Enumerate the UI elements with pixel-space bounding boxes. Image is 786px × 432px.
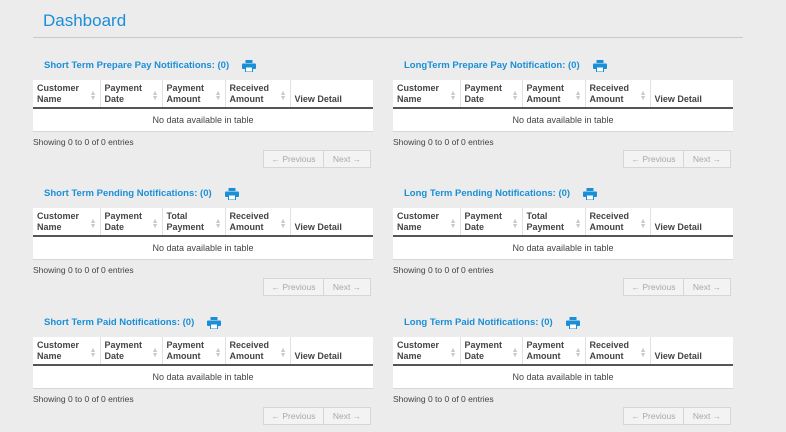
column-header-payment-amount[interactable]: Payment Amount ▲ ▼ bbox=[162, 80, 226, 109]
column-header-view-detail: View Detail bbox=[290, 80, 373, 109]
next-button[interactable]: Next → bbox=[684, 278, 731, 296]
notifications-table: Customer Name ▲ ▼ Payment Date ▲ ▼ Payment A… bbox=[33, 337, 373, 389]
empty-table-message: No data available in table bbox=[393, 108, 733, 132]
empty-table-message: No data available in table bbox=[393, 236, 733, 260]
notifications-table: Customer Name ▲ ▼ Payment Date ▲ ▼ Total Pay… bbox=[33, 208, 373, 260]
printer-icon[interactable] bbox=[242, 59, 257, 73]
pagination: ← Previous Next → bbox=[623, 150, 731, 168]
panel-title: Short Term Prepare Pay Notifications: (0… bbox=[44, 59, 230, 71]
column-header-view-detail: View Detail bbox=[290, 208, 373, 237]
printer-icon[interactable] bbox=[224, 187, 239, 201]
pagination: ← Previous Next → bbox=[263, 278, 371, 296]
column-header-view-detail: View Detail bbox=[650, 80, 733, 109]
pagination: ← Previous Next → bbox=[623, 278, 731, 296]
column-header-payment-date[interactable]: Payment Date ▲ ▼ bbox=[460, 337, 523, 366]
title-divider bbox=[33, 37, 743, 38]
table-info: Showing 0 to 0 of 0 entries bbox=[393, 137, 494, 147]
column-header-customer-name[interactable]: Customer Name ▲ ▼ bbox=[33, 337, 101, 366]
column-header-payment-date[interactable]: Payment Date ▲ ▼ bbox=[460, 80, 523, 109]
column-header-customer-name[interactable]: Customer Name ▲ ▼ bbox=[33, 80, 101, 109]
panel-title: Short Term Paid Notifications: (0) bbox=[44, 316, 195, 328]
printer-icon[interactable] bbox=[207, 316, 222, 330]
column-header-received-amount[interactable]: Received Amount ▲ ▼ bbox=[585, 80, 651, 109]
pagination: ← Previous Next → bbox=[263, 407, 371, 425]
pagination: ← Previous Next → bbox=[263, 150, 371, 168]
next-button[interactable]: Next → bbox=[324, 278, 371, 296]
previous-button[interactable]: ← Previous bbox=[263, 407, 324, 425]
panel-title: Short Term Pending Notifications: (0) bbox=[44, 187, 212, 199]
empty-table-message: No data available in table bbox=[393, 365, 733, 389]
previous-button[interactable]: ← Previous bbox=[623, 407, 684, 425]
page-title: Dashboard bbox=[43, 11, 127, 30]
column-header-payment-amount[interactable]: Payment Amount ▲ ▼ bbox=[162, 337, 226, 366]
next-button[interactable]: Next → bbox=[684, 407, 731, 425]
next-button[interactable]: Next → bbox=[324, 407, 371, 425]
column-header-payment-date[interactable]: Payment Date ▲ ▼ bbox=[100, 80, 163, 109]
table-info: Showing 0 to 0 of 0 entries bbox=[33, 394, 134, 404]
table-info: Showing 0 to 0 of 0 entries bbox=[33, 265, 134, 275]
notifications-table: Customer Name ▲ ▼ Payment Date ▲ ▼ Payment A… bbox=[393, 337, 733, 389]
table-info: Showing 0 to 0 of 0 entries bbox=[393, 394, 494, 404]
column-header-received-amount[interactable]: Received Amount ▲ ▼ bbox=[585, 208, 651, 237]
column-header-customer-name[interactable]: Customer Name ▲ ▼ bbox=[33, 208, 101, 237]
column-header-payment-date[interactable]: Payment Date ▲ ▼ bbox=[100, 208, 163, 237]
empty-table-message: No data available in table bbox=[33, 108, 373, 132]
column-header-received-amount[interactable]: Received Amount ▲ ▼ bbox=[225, 208, 291, 237]
previous-button[interactable]: ← Previous bbox=[263, 278, 324, 296]
next-button[interactable]: Next → bbox=[684, 150, 731, 168]
printer-icon[interactable] bbox=[565, 316, 580, 330]
empty-table-message: No data available in table bbox=[33, 236, 373, 260]
previous-button[interactable]: ← Previous bbox=[623, 278, 684, 296]
previous-button[interactable]: ← Previous bbox=[263, 150, 324, 168]
column-header-received-amount[interactable]: Received Amount ▲ ▼ bbox=[585, 337, 651, 366]
panel-title: Long Term Paid Notifications: (0) bbox=[404, 316, 553, 328]
printer-icon[interactable] bbox=[583, 187, 598, 201]
column-header-customer-name[interactable]: Customer Name ▲ ▼ bbox=[393, 337, 461, 366]
table-info: Showing 0 to 0 of 0 entries bbox=[33, 137, 134, 147]
column-header-payment-date[interactable]: Payment Date ▲ ▼ bbox=[100, 337, 163, 366]
notifications-table: Customer Name ▲ ▼ Payment Date ▲ ▼ Total Pay… bbox=[393, 208, 733, 260]
empty-table-message: No data available in table bbox=[33, 365, 373, 389]
column-header-received-amount[interactable]: Received Amount ▲ ▼ bbox=[225, 337, 291, 366]
table-info: Showing 0 to 0 of 0 entries bbox=[393, 265, 494, 275]
notifications-table: Customer Name ▲ ▼ Payment Date ▲ ▼ Payment A… bbox=[393, 80, 733, 132]
column-header-total-payment[interactable]: Total Payment ▲ ▼ bbox=[522, 208, 586, 237]
column-header-view-detail: View Detail bbox=[650, 208, 733, 237]
printer-icon[interactable] bbox=[592, 59, 607, 73]
column-header-received-amount[interactable]: Received Amount ▲ ▼ bbox=[225, 80, 291, 109]
pagination: ← Previous Next → bbox=[623, 407, 731, 425]
column-header-total-payment[interactable]: Total Payment ▲ ▼ bbox=[162, 208, 226, 237]
column-header-view-detail: View Detail bbox=[290, 337, 373, 366]
notifications-table: Customer Name ▲ ▼ Payment Date ▲ ▼ Payment A… bbox=[33, 80, 373, 132]
column-header-payment-date[interactable]: Payment Date ▲ ▼ bbox=[460, 208, 523, 237]
next-button[interactable]: Next → bbox=[324, 150, 371, 168]
column-header-view-detail: View Detail bbox=[650, 337, 733, 366]
column-header-payment-amount[interactable]: Payment Amount ▲ ▼ bbox=[522, 80, 586, 109]
panel-title: Long Term Pending Notifications: (0) bbox=[404, 187, 571, 199]
previous-button[interactable]: ← Previous bbox=[623, 150, 684, 168]
panel-title: LongTerm Prepare Pay Notification: (0) bbox=[404, 59, 580, 71]
column-header-customer-name[interactable]: Customer Name ▲ ▼ bbox=[393, 208, 461, 237]
column-header-customer-name[interactable]: Customer Name ▲ ▼ bbox=[393, 80, 461, 109]
column-header-payment-amount[interactable]: Payment Amount ▲ ▼ bbox=[522, 337, 586, 366]
